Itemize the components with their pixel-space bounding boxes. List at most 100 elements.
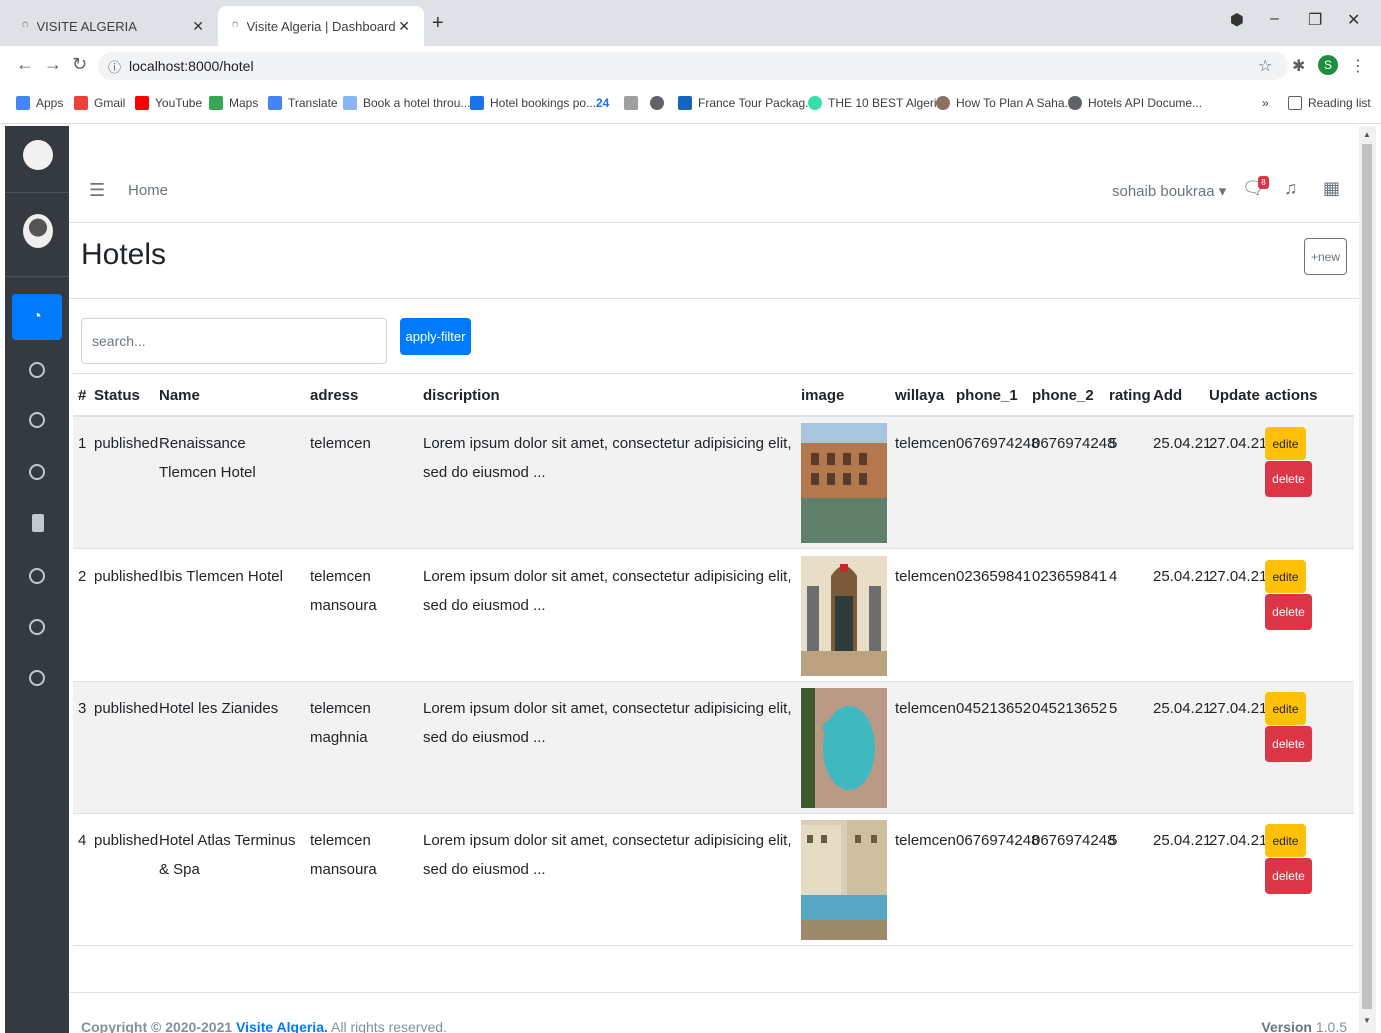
new-hotel-button[interactable]: +new <box>1304 238 1347 275</box>
extensions-puzzle-icon[interactable]: ✱ <box>1292 56 1305 76</box>
row-status: published <box>94 568 159 585</box>
menu-dots-icon[interactable]: ⋮ <box>1350 56 1366 76</box>
edit-button[interactable]: edite <box>1265 427 1306 460</box>
bookmark-24[interactable]: 24 <box>596 96 609 110</box>
row-name: Ibis Tlemcen Hotel <box>159 568 283 585</box>
reading-list-button[interactable]: Reading list <box>1288 96 1371 110</box>
bookmark-maps[interactable]: Maps <box>209 96 258 110</box>
copyright-text: Copyright © 2020-2021 Visite Algeria. Al… <box>81 1019 447 1033</box>
row-description: Lorem ipsum dolor sit amet, consectetur … <box>423 700 792 746</box>
row-update-date: 27.04.21 <box>1209 700 1268 717</box>
sidebar-item-circle-icon[interactable] <box>29 412 45 428</box>
browser-tab[interactable]: ᭦ VISITE ALGERIA ✕ <box>8 6 218 46</box>
delete-button[interactable]: delete <box>1265 726 1312 762</box>
forward-arrow-icon[interactable]: → <box>44 54 62 75</box>
apply-filter-button[interactable]: apply-filter <box>400 318 471 355</box>
hotel-aerial-pool-image <box>801 688 887 808</box>
brand-logo-icon[interactable] <box>23 140 53 170</box>
sidebar-item-circle-icon[interactable] <box>29 619 45 635</box>
bookmark-book-hotel[interactable]: Book a hotel throu... <box>343 96 470 110</box>
minimize-icon[interactable]: – <box>1270 10 1279 28</box>
row-status: published <box>94 435 159 452</box>
youtube-icon <box>135 96 149 110</box>
row-willaya: telemcen <box>895 832 956 849</box>
scrollbar-thumb[interactable] <box>1362 144 1372 1009</box>
bookmark-globe[interactable] <box>650 96 670 110</box>
bookmark-doc[interactable] <box>624 96 644 110</box>
delete-button[interactable]: delete <box>1265 594 1312 630</box>
row-description: Lorem ipsum dolor sit amet, consectetur … <box>423 568 792 614</box>
bookmark-tripadvisor[interactable]: THE 10 BEST Algeri... <box>808 96 947 110</box>
back-arrow-icon[interactable]: ← <box>16 54 34 75</box>
bookmark-hotel-bookings[interactable]: Hotel bookings po... <box>470 96 596 110</box>
bookmark-star-icon[interactable]: ☆ <box>1258 56 1272 76</box>
dashboard-gauge-icon: ◔ <box>32 308 42 325</box>
home-link[interactable]: Home <box>128 182 168 199</box>
bookmark-sahara[interactable]: How To Plan A Saha... <box>936 96 1075 110</box>
browser-tab-active[interactable]: ᭦ Visite Algeria | Dashboard ✕ <box>218 6 424 46</box>
sidebar-item-circle-icon[interactable] <box>29 464 45 480</box>
scroll-down-arrow-icon[interactable]: ▼ <box>1363 1016 1371 1025</box>
delete-button[interactable]: delete <box>1265 461 1312 497</box>
bookmark-translate[interactable]: Translate <box>268 96 338 110</box>
sidebar-item-copy-icon[interactable] <box>32 514 44 532</box>
scroll-up-arrow-icon[interactable]: ▲ <box>1363 130 1371 139</box>
user-avatar[interactable] <box>23 214 53 248</box>
user-dropdown[interactable]: sohaib boukraa ▾ <box>1112 182 1226 200</box>
row-phone-1: 023659841 <box>956 568 1032 585</box>
reload-icon[interactable]: ↻ <box>72 54 87 75</box>
sidebar-divider <box>5 276 69 277</box>
close-tab-icon[interactable]: ✕ <box>398 18 410 35</box>
row-phone-1: 0676974248 <box>956 832 1040 849</box>
row-willaya: telemcen <box>895 435 956 452</box>
browser-tab-bar: ᭦ VISITE ALGERIA ✕ ᭦ Visite Algeria | Da… <box>0 0 1381 46</box>
delete-button[interactable]: delete <box>1265 858 1312 894</box>
table-row: 1 published Renaissance Tlemcen Hotel te… <box>73 417 1354 549</box>
column-header: phone_1 <box>956 387 1018 404</box>
row-add-date: 25.04.21 <box>1153 700 1212 717</box>
grid-apps-icon[interactable]: ▦ <box>1323 178 1340 199</box>
page-scrollbar[interactable]: ▲ ▼ <box>1359 126 1376 1033</box>
site-favicon-icon: ᭦ <box>232 19 239 30</box>
bookmark-france-tour[interactable]: France Tour Packag... <box>678 96 815 110</box>
plan-icon <box>936 96 950 110</box>
maximize-icon[interactable]: ❐ <box>1308 10 1322 30</box>
edit-button[interactable]: edite <box>1265 560 1306 593</box>
extension-shield-icon[interactable]: ⬢ <box>1230 10 1244 30</box>
address-bar[interactable]: ⓘ localhost:8000/hotel <box>98 52 1288 80</box>
edit-button[interactable]: edite <box>1265 692 1306 725</box>
more-bookmarks-button[interactable]: » <box>1262 96 1269 110</box>
sidebar-item-circle-icon[interactable] <box>29 362 45 378</box>
brand-link[interactable]: Visite Algeria. <box>236 1019 328 1033</box>
row-rating: 5 <box>1109 832 1118 849</box>
notifications-bell-icon[interactable]: ♫ <box>1284 178 1298 199</box>
gmail-icon <box>74 96 88 110</box>
info-icon[interactable]: ⓘ <box>108 57 121 76</box>
row-willaya: telemcen <box>895 700 956 717</box>
translate-icon <box>268 96 282 110</box>
row-phone-1: 045213652 <box>956 700 1032 717</box>
search-input[interactable] <box>81 318 387 364</box>
row-update-date: 27.04.21 <box>1209 568 1268 585</box>
bookmark-hotels-api[interactable]: Hotels API Docume... <box>1068 96 1202 110</box>
sidebar-item-circle-icon[interactable] <box>29 670 45 686</box>
close-window-icon[interactable]: ✕ <box>1347 10 1360 30</box>
row-description: Lorem ipsum dolor sit amet, consectetur … <box>423 832 792 878</box>
column-header: actions <box>1265 387 1318 404</box>
hotel-icon <box>343 96 357 110</box>
profile-avatar[interactable]: S <box>1318 55 1338 75</box>
bookmark-youtube[interactable]: YouTube <box>135 96 202 110</box>
hamburger-menu-icon[interactable]: ☰ <box>89 180 105 201</box>
tripadvisor-icon <box>808 96 822 110</box>
hotel-exterior-pool-image <box>801 423 887 543</box>
edit-button[interactable]: edite <box>1265 824 1306 857</box>
bookmark-apps[interactable]: Apps <box>16 96 63 110</box>
reading-list-icon <box>1288 96 1302 110</box>
sidebar-item-dashboard[interactable]: ◔ <box>12 294 62 340</box>
sidebar-item-circle-icon[interactable] <box>29 568 45 584</box>
close-tab-icon[interactable]: ✕ <box>192 18 204 35</box>
row-status: published <box>94 832 159 849</box>
bookmark-gmail[interactable]: Gmail <box>74 96 125 110</box>
new-tab-button[interactable]: + <box>432 12 444 35</box>
row-adress: telemcen mansoura <box>310 568 377 614</box>
